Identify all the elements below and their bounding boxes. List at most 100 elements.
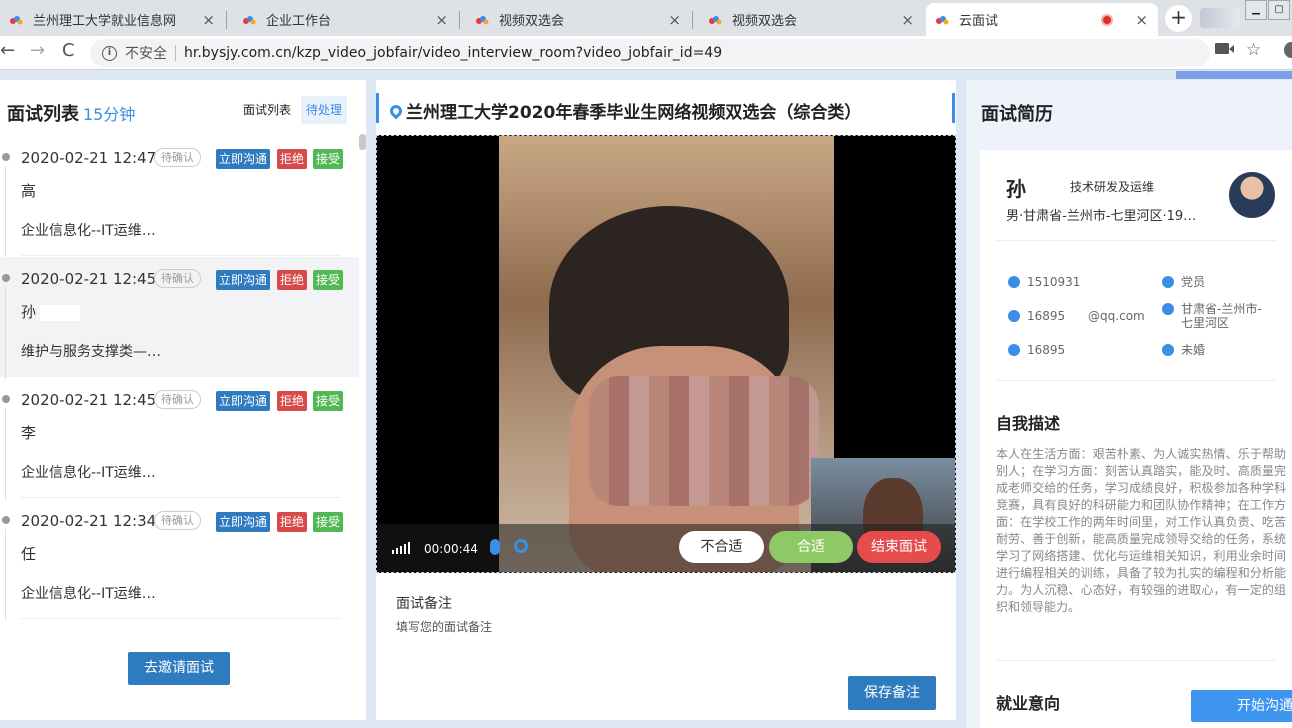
- marital-value: 未婚: [1181, 343, 1206, 357]
- party-fact: 党员: [1162, 275, 1205, 289]
- timeline-line: [5, 166, 6, 258]
- timeline-line: [5, 408, 6, 500]
- camera-icon[interactable]: [1215, 43, 1234, 54]
- candidate-basic-info: 男·甘肃省-兰州市-七里河区·19…: [1006, 209, 1197, 224]
- accept-button[interactable]: 接受: [313, 270, 344, 290]
- unfit-button[interactable]: 不合适: [679, 531, 764, 563]
- bookmark-star-icon[interactable]: ☆: [1246, 40, 1261, 60]
- close-icon[interactable]: ×: [435, 11, 448, 29]
- url-box[interactable]: i 不安全 hr.bysjy.com.cn/kzp_video_jobfair/…: [90, 39, 1210, 67]
- close-icon[interactable]: ×: [901, 11, 914, 29]
- notes-input[interactable]: [396, 620, 896, 634]
- video-stage[interactable]: 00:00:44 不合适 合适 结束面试: [376, 135, 956, 573]
- status-badge: 待确认: [154, 511, 201, 530]
- site-favicon-icon: [243, 15, 256, 24]
- browser-tab[interactable]: 兰州理工大学就业信息网 ×: [0, 3, 225, 36]
- video-panel: 兰州理工大学2020年春季毕业生网络视频双选会（综合类） 00:00:44 不合…: [376, 80, 956, 720]
- email-fact: 16895 @qq.com: [1008, 309, 1145, 323]
- accept-button[interactable]: 接受: [313, 149, 344, 169]
- microphone-icon[interactable]: [490, 539, 500, 555]
- list-item[interactable]: 2020-02-21 12:45 待确认 立即沟通 拒绝 接受 李 企业信息化-…: [0, 378, 359, 500]
- tab-title: 视频双选会: [732, 14, 798, 29]
- chat-now-button[interactable]: 立即沟通: [216, 149, 271, 169]
- reject-button[interactable]: 拒绝: [277, 270, 308, 290]
- tab-interview-list[interactable]: 面试列表: [243, 101, 291, 118]
- timeline-line: [5, 287, 6, 379]
- close-icon[interactable]: ×: [202, 11, 215, 29]
- fit-button[interactable]: 合适: [769, 531, 853, 563]
- reload-icon[interactable]: C: [62, 40, 75, 61]
- browser-tab-bar: 兰州理工大学就业信息网 × 企业工作台 × 视频双选会 × 视频双选会 × 云面…: [0, 0, 1292, 36]
- insecure-label: 不安全: [125, 46, 167, 62]
- title-accent-bar: [376, 93, 379, 123]
- close-icon[interactable]: ×: [668, 11, 681, 29]
- forward-icon[interactable]: →: [30, 40, 45, 61]
- panel-title: 面试列表 15分钟: [7, 100, 135, 126]
- site-favicon-icon: [709, 15, 722, 24]
- jobfair-title: 兰州理工大学2020年春季毕业生网络视频双选会（综合类）: [406, 103, 862, 123]
- site-favicon-icon: [936, 15, 949, 24]
- chat-now-button[interactable]: 立即沟通: [216, 270, 271, 290]
- signal-strength-icon: [392, 542, 410, 554]
- location-icon: [1162, 303, 1174, 315]
- reject-button[interactable]: 拒绝: [277, 512, 308, 532]
- invite-interview-button[interactable]: 去邀请面试: [128, 652, 230, 685]
- timeline-dot: [2, 516, 10, 524]
- save-notes-button[interactable]: 保存备注: [848, 676, 936, 710]
- phone-icon: [1008, 276, 1020, 288]
- browser-tab[interactable]: 企业工作台 ×: [233, 3, 458, 36]
- reject-button[interactable]: 拒绝: [277, 149, 308, 169]
- timeline-dot: [2, 395, 10, 403]
- interview-time: 2020-02-21 12:45: [21, 270, 157, 288]
- interview-list-title: 面试列表: [7, 104, 79, 125]
- reject-button[interactable]: 拒绝: [277, 391, 308, 411]
- tab-pending[interactable]: 待处理: [301, 96, 348, 124]
- accept-button[interactable]: 接受: [313, 512, 344, 532]
- location-pin-icon: [387, 102, 405, 119]
- timeline-dot: [2, 153, 10, 161]
- interview-duration: 15分钟: [83, 105, 136, 124]
- avatar: [1227, 170, 1277, 220]
- minimize-icon[interactable]: ▁: [1245, 0, 1267, 20]
- list-item-selected[interactable]: 2020-02-21 12:45 待确认 立即沟通 拒绝 接受 孙 维护与服务支…: [0, 257, 359, 379]
- new-tab-button[interactable]: +: [1165, 5, 1192, 32]
- profile-icon[interactable]: [1284, 42, 1292, 58]
- browser-tab-active[interactable]: 云面试 ×: [926, 3, 1158, 36]
- url-text[interactable]: hr.bysjy.com.cn/kzp_video_jobfair/video_…: [184, 45, 722, 61]
- close-icon[interactable]: ×: [1135, 11, 1148, 29]
- email-value: 16895 @qq.com: [1027, 309, 1145, 323]
- phone-value: 1510931: [1027, 275, 1081, 289]
- resume-title: 面试简历: [981, 104, 1053, 125]
- end-interview-button[interactable]: 结束面试: [857, 531, 941, 563]
- browser-tab[interactable]: 视频双选会 ×: [699, 3, 924, 36]
- list-item[interactable]: 2020-02-21 12:47 待确认 立即沟通 拒绝 接受 高 企业信息化-…: [0, 136, 359, 258]
- job-title: 企业信息化--IT运维…: [21, 586, 156, 602]
- wechat-value: 16895: [1027, 343, 1066, 357]
- divider: [996, 240, 1276, 241]
- status-badge: 待确认: [154, 148, 201, 167]
- maximize-icon[interactable]: ▢: [1268, 0, 1290, 20]
- browser-tab[interactable]: 视频双选会 ×: [466, 3, 691, 36]
- camera-toggle-icon[interactable]: [514, 539, 528, 553]
- accept-button[interactable]: 接受: [313, 391, 344, 411]
- info-icon[interactable]: i: [102, 45, 117, 61]
- job-title: 企业信息化--IT运维…: [21, 465, 156, 481]
- interview-time: 2020-02-21 12:47: [21, 149, 157, 167]
- party-value: 党员: [1181, 275, 1206, 289]
- divider: [996, 380, 1276, 381]
- resume-card: 孙 技术研发及运维 男·甘肃省-兰州市-七里河区·19… 1510931 党员 …: [980, 150, 1292, 728]
- job-intent-title: 就业意向: [996, 694, 1061, 713]
- divider: [21, 497, 341, 498]
- marital-fact: 未婚: [1162, 343, 1205, 357]
- timeline-dot: [2, 274, 10, 282]
- chat-now-button[interactable]: 立即沟通: [216, 391, 271, 411]
- wechat-fact: 16895: [1008, 343, 1065, 357]
- list-scrollbar[interactable]: [359, 134, 366, 150]
- start-chat-button[interactable]: 开始沟通: [1191, 690, 1292, 722]
- address-bar: ← → C i 不安全 hr.bysjy.com.cn/kzp_video_jo…: [0, 36, 1292, 70]
- candidate-name: 李: [21, 424, 37, 442]
- list-item[interactable]: 2020-02-21 12:34 待确认 立即沟通 拒绝 接受 任 企业信息化-…: [0, 499, 359, 620]
- back-icon[interactable]: ←: [0, 40, 15, 61]
- chat-now-button[interactable]: 立即沟通: [216, 512, 271, 532]
- title-accent-bar: [952, 93, 955, 123]
